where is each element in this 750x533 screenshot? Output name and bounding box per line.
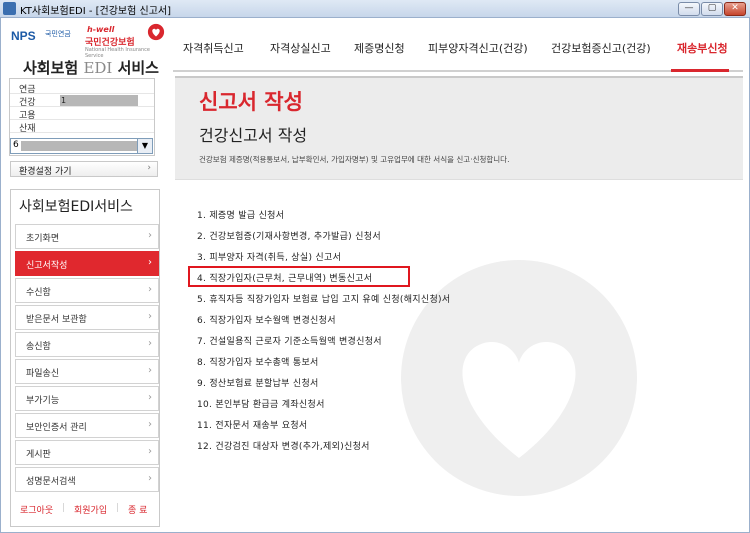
brand-title: 사회보험 EDI 서비스 <box>23 57 159 78</box>
close-button[interactable]: ✕ <box>724 2 746 16</box>
nav-item-certificate[interactable]: 제증명신청 <box>354 40 405 56</box>
chevron-right-icon: › <box>148 365 152 376</box>
env-settings-label: 환경설정 가기 <box>19 167 72 177</box>
insurance-row-pension: 연금 <box>10 81 154 95</box>
brand-suffix: 서비스 <box>117 59 159 77</box>
form-item-certificate[interactable]: 1. 제증명 발급 신청서 <box>197 208 284 221</box>
window-title: KT사회보험EDI - [건강보험 신고서] <box>20 6 172 17</box>
sidebar-item-board[interactable]: 게시판 › <box>15 440 159 465</box>
sidebar-item-write-report[interactable]: 신고서작성 › <box>15 251 159 276</box>
app-window: NPS 국민연금 h-well 국민건강보험 National Health I… <box>0 18 750 533</box>
chevron-right-icon: › <box>148 392 152 403</box>
sidebar-item-label: 초기화면 <box>26 234 60 244</box>
sidebar-item-inbox[interactable]: 수신함 › <box>15 278 159 303</box>
form-item-checkup-change[interactable]: 12. 건강검진 대상자 변경(추가,제외)신청서 <box>197 439 370 452</box>
form-item-dependent[interactable]: 3. 피부양자 자격(취득, 상실) 신고서 <box>197 250 341 263</box>
insurance-label: 산재 <box>19 124 36 134</box>
sidebar-item-label: 보안인증서 관리 <box>26 423 87 433</box>
page-subheading: 건강신고서 작성 <box>199 122 307 146</box>
content-header-topline <box>175 76 743 78</box>
sidebar-item-label: 송신함 <box>26 342 51 352</box>
page-subheading-rest: 작성 <box>272 126 308 145</box>
sidebar-item-home[interactable]: 초기화면 › <box>15 224 159 249</box>
chevron-right-icon: › <box>148 257 152 268</box>
form-item-salary-total[interactable]: 8. 직장가입자 보수총액 통보서 <box>197 355 319 368</box>
chevron-right-icon: › <box>148 311 152 322</box>
footer-divider: | <box>116 503 120 513</box>
chevron-down-icon[interactable]: ▼ <box>137 139 152 153</box>
insurance-row-employment: 고용 <box>10 107 154 121</box>
chevron-right-icon: › <box>148 284 152 295</box>
brand-prefix: 사회보험 <box>23 59 79 77</box>
side-footer: 로그아웃 | 회원가입 | 종 료 <box>16 501 158 517</box>
top-nav: 자격취득신고 자격상실신고 제증명신청 피부양자격신고(건강) 건강보험증신고(… <box>173 30 743 72</box>
insurance-row-health: 건강 1 <box>10 94 154 108</box>
insurance-value: 1 <box>60 95 138 106</box>
heart-logo-icon <box>147 23 165 41</box>
sidebar-item-label: 부가기능 <box>26 396 60 406</box>
sidebar-item-doc-search[interactable]: 성명문서검색 › <box>15 467 159 492</box>
sidebar-item-certificates[interactable]: 보안인증서 관리 › <box>15 413 159 438</box>
company-select[interactable]: 6 ▼ <box>10 138 153 154</box>
nav-active-underline <box>671 69 729 72</box>
window-titlebar[interactable]: KT사회보험EDI - [건강보험 신고서] — ▢ ✕ <box>0 0 750 18</box>
app-icon <box>3 2 16 15</box>
nav-item-acquisition[interactable]: 자격취득신고 <box>183 40 244 56</box>
brand-edi: EDI <box>83 59 113 77</box>
logout-link[interactable]: 로그아웃 <box>20 503 53 516</box>
chevron-right-icon: › <box>148 473 152 484</box>
sidebar-item-outbox[interactable]: 송신함 › <box>15 332 159 357</box>
sidebar-item-label: 성명문서검색 <box>26 477 76 487</box>
chevron-right-icon: › <box>148 446 152 457</box>
minimize-button[interactable]: — <box>678 2 700 16</box>
hwell-logo: h-well <box>87 25 115 34</box>
form-item-resend-request[interactable]: 11. 전자문서 재송부 요청서 <box>197 418 308 431</box>
footer-divider: | <box>62 503 66 513</box>
sidebar-item-file-send[interactable]: 파일송신 › <box>15 359 159 384</box>
chevron-right-icon: › <box>148 230 152 241</box>
logo-area[interactable]: NPS 국민연금 h-well 국민건강보험 National Health I… <box>9 23 169 83</box>
chevron-right-icon: › <box>148 419 152 430</box>
form-item-salary-change[interactable]: 6. 직장가입자 보수월액 변경신청서 <box>197 313 336 326</box>
side-menu: 사회보험EDI서비스 초기화면 › 신고서작성 › 수신함 › 받은문서 보관함… <box>10 189 160 527</box>
sidebar-item-label: 파일송신 <box>26 369 60 379</box>
sidebar-item-archive[interactable]: 받은문서 보관함 › <box>15 305 159 330</box>
company-select-value: 6 <box>13 140 19 150</box>
nav-item-dependent[interactable]: 피부양자격신고(건강) <box>428 40 528 56</box>
form-item-leave-deferral[interactable]: 5. 휴직자등 직장가입자 보험료 납입 고지 유예 신청(해지신청)서 <box>197 292 450 305</box>
page-subheading-main: 건강신고서 <box>199 126 273 145</box>
form-item-daily-worker[interactable]: 7. 건설일용직 근로자 기준소득월액 변경신청서 <box>197 334 382 347</box>
insurance-row-accident: 산재 <box>10 120 154 134</box>
side-menu-title: 사회보험EDI서비스 <box>19 199 133 215</box>
page-description: 건강보험 제증명(적용통보서, 납부확인서, 가입자명부) 및 고유업무에 대한… <box>199 155 510 164</box>
chevron-right-icon: › <box>147 163 151 173</box>
sidebar-item-label: 신고서작성 <box>26 261 68 271</box>
nav-item-insurance-card[interactable]: 건강보험증신고(건강) <box>551 40 651 56</box>
page-heading: 신고서 작성 <box>199 90 303 114</box>
sidebar-item-label: 게시판 <box>26 450 51 460</box>
sidebar-item-extras[interactable]: 부가기능 › <box>15 386 159 411</box>
company-select-mask <box>21 141 137 151</box>
sidebar-item-label: 수신함 <box>26 288 51 298</box>
form-item-installment[interactable]: 9. 정산보험료 분할납부 신청서 <box>197 376 319 389</box>
form-item-insurance-card[interactable]: 2. 건강보험증(기재사항변경, 추가발급) 신청서 <box>197 229 381 242</box>
nav-item-loss[interactable]: 자격상실신고 <box>270 40 331 56</box>
sidebar-item-label: 받은문서 보관함 <box>26 315 87 325</box>
highlight-box <box>188 266 410 287</box>
env-settings-button[interactable]: 환경설정 가기 › <box>10 161 158 177</box>
nps-logo: NPS <box>11 29 36 43</box>
form-item-refund-account[interactable]: 10. 본인부담 환급금 계좌신청서 <box>197 397 325 410</box>
exit-link[interactable]: 종 료 <box>128 503 147 516</box>
chevron-right-icon: › <box>148 338 152 349</box>
maximize-button[interactable]: ▢ <box>701 2 723 16</box>
register-link[interactable]: 회원가입 <box>74 503 107 516</box>
nps-logo-sub: 국민연금 <box>45 30 71 38</box>
nav-item-resend[interactable]: 재송부신청 <box>677 40 728 56</box>
